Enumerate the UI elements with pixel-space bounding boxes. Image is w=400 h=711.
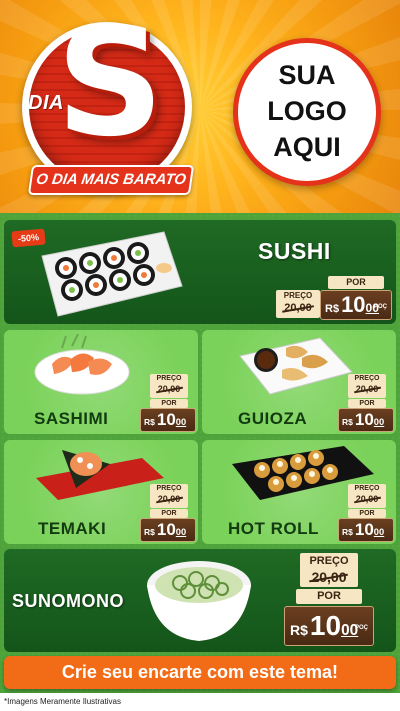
to-label: POR — [328, 276, 384, 289]
disclaimer: *Imagens Meramente Ilustrativas — [0, 693, 400, 711]
product-name: SUSHI — [258, 238, 331, 264]
price-int: 10 — [354, 410, 374, 429]
from-label: PREÇO — [354, 485, 380, 492]
price-int: 10 — [354, 520, 374, 539]
product-card-sunomono[interactable]: SUNOMONO PREÇO 20,00 POR R$1000 POÇ — [4, 549, 396, 652]
product-card-sushi[interactable]: -50% SUSHI POR PREÇO 20,00 R$1000 POÇ — [4, 220, 396, 324]
old-price-box: PREÇO 20,00 — [300, 553, 358, 587]
old-price: 20,00 — [157, 384, 181, 394]
price-dec: 00 — [175, 527, 187, 537]
product-card-sashimi[interactable]: SASHIMI PREÇO 20,00 POR R$ 1000 — [4, 330, 198, 434]
cta-banner[interactable]: Crie seu encarte com este tema! — [4, 656, 396, 689]
from-label: PREÇO — [156, 375, 182, 382]
price-int: 10 — [309, 610, 342, 641]
currency: R$ — [144, 527, 155, 537]
price-dec: 00 — [373, 417, 385, 427]
unit: POÇ — [354, 625, 368, 631]
old-price: 20,00 — [355, 384, 379, 394]
price-dec: 00 — [175, 417, 187, 427]
logo-s-letter: S — [56, 0, 165, 170]
to-label: POR — [348, 399, 386, 408]
currency: R$ — [342, 527, 353, 537]
price-dec: 00 — [373, 527, 385, 537]
product-name: HOT ROLL — [228, 519, 319, 538]
from-label: PREÇO — [309, 555, 349, 567]
temaki-plate-image — [36, 450, 164, 500]
new-price: R$1000 POÇ — [320, 290, 392, 320]
old-price-box: PREÇO 20,00 — [348, 484, 386, 508]
guioza-plate-image — [239, 337, 353, 395]
sushi-platter-image — [41, 231, 183, 317]
your-logo-placeholder[interactable]: SUA LOGO AQUI — [233, 38, 381, 186]
sashimi-plate-image — [34, 334, 130, 395]
product-name: SASHIMI — [34, 409, 109, 428]
to-label: POR — [296, 589, 362, 604]
price-int: 10 — [341, 292, 366, 317]
new-price: R$ 1000 — [338, 408, 394, 432]
logo-placeholder-line: AQUI — [273, 132, 341, 162]
old-price: 20,00 — [355, 494, 379, 504]
product-name: TEMAKI — [38, 519, 107, 538]
new-price: R$ 1000 — [140, 518, 196, 542]
logo-placeholder-line: LOGO — [267, 96, 347, 126]
header: DIA S O DIA MAIS BARATO SUA LOGO AQUI — [0, 0, 400, 213]
from-label: PREÇO — [354, 375, 380, 382]
logo-ribbon: O DIA MAIS BARATO — [27, 165, 195, 195]
new-price: R$ 1000 — [140, 408, 196, 432]
from-label: PREÇO — [283, 291, 313, 300]
new-price: R$1000 POÇ — [284, 606, 374, 646]
currency: R$ — [325, 303, 340, 315]
old-price: 20,00 — [157, 494, 181, 504]
product-card-hot-roll[interactable]: HOT ROLL PREÇO 20,00 POR R$ 1000 — [202, 440, 396, 544]
price-int: 10 — [156, 520, 176, 539]
logo-placeholder-line: SUA — [278, 60, 336, 90]
unit: POÇ — [373, 304, 387, 310]
old-price-box: PREÇO 20,00 — [150, 484, 188, 508]
old-price-box: PREÇO 20,00 — [348, 374, 386, 398]
product-name: GUIOZA — [238, 409, 308, 428]
old-price-box: PREÇO 20,00 — [276, 290, 320, 318]
product-card-temaki[interactable]: TEMAKI PREÇO 20,00 POR R$ 1000 — [4, 440, 198, 544]
currency: R$ — [290, 622, 308, 638]
product-card-guioza[interactable]: GUIOZA PREÇO 20,00 POR R$ 1000 — [202, 330, 396, 434]
price-int: 10 — [156, 410, 176, 429]
old-price: 20,00 — [311, 569, 347, 585]
currency: R$ — [144, 417, 155, 427]
from-label: PREÇO — [156, 485, 182, 492]
new-price: R$ 1000 — [338, 518, 394, 542]
old-price-box: PREÇO 20,00 — [150, 374, 188, 398]
product-name: SUNOMONO — [12, 591, 124, 611]
to-label: POR — [348, 509, 386, 518]
to-label: POR — [150, 399, 188, 408]
to-label: POR — [150, 509, 188, 518]
sunomono-bowl-image — [147, 561, 251, 641]
currency: R$ — [342, 417, 353, 427]
old-price: 20,00 — [284, 302, 312, 314]
